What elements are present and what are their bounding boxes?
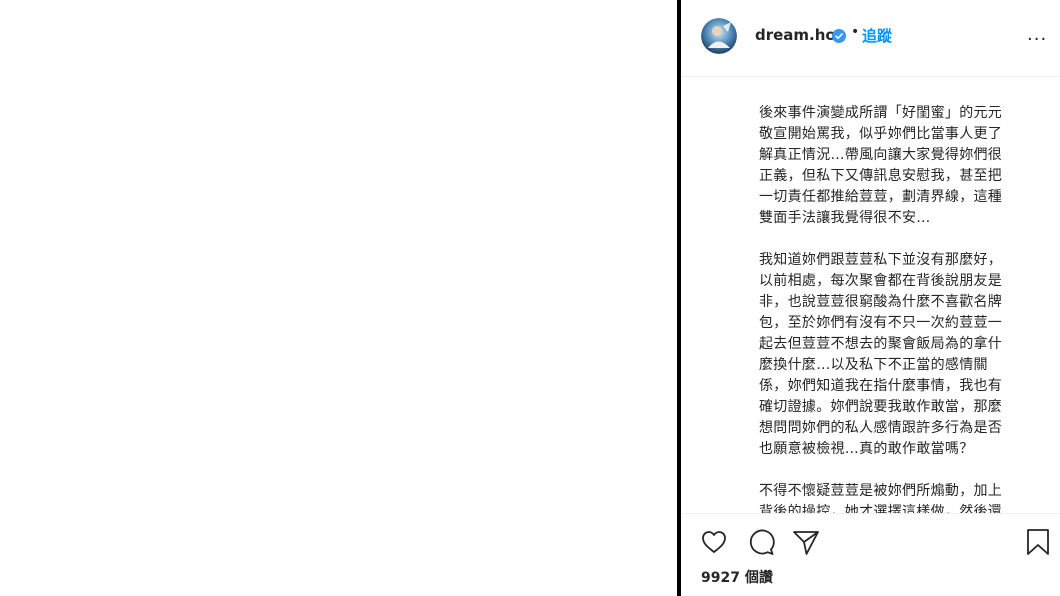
follow-button[interactable]: 追蹤 xyxy=(862,25,892,46)
caption-line: 確切證據。妳們說要我敢作敢當，那麼 xyxy=(759,399,1003,415)
caption-text: 隔了兩天，事情上了新聞。後來事件演變成所謂「好閨蜜」的元元敬宣開始罵我，似乎妳們… xyxy=(759,77,1035,513)
caption-paragraph: 不得不懷疑荳荳是被妳們所煽動，加上背後的操控，她才選擇這樣做，然後還 xyxy=(759,481,1035,513)
heart-icon[interactable] xyxy=(699,527,729,557)
caption-line: 麼換什麼…以及私下不正當的感情關 xyxy=(759,357,988,373)
separator-dot: • xyxy=(851,24,860,40)
caption-line: 以前相處，每次聚會都在背後說朋友是 xyxy=(759,273,1003,289)
caption-line: 我知道妳們跟荳荳私下並沒有那麼好， xyxy=(759,252,1003,268)
caption-paragraph: 後來事件演變成所謂「好閨蜜」的元元 敬宣開始罵我，似乎妳們比當事人更了 解真正情況…… xyxy=(759,103,1035,229)
caption-line: 包，至於妳們有沒有不只一次約荳荳一 xyxy=(759,315,1003,331)
caption-scroll-area[interactable]: 隔了兩天，事情上了新聞。後來事件演變成所謂「好閨蜜」的元元敬宣開始罵我，似乎妳們… xyxy=(681,77,1060,513)
post-sidebar: dream.ho • 追蹤 ... 隔了兩天，事情上了新聞。後來事件演變成所謂「… xyxy=(681,0,1060,596)
caption-line: 隔了兩天，事情上了新聞。 xyxy=(759,77,1035,82)
likes-count[interactable]: 9927 個讚 xyxy=(701,567,773,587)
caption-line: 背後的操控，她才選擇這樣做，然後還 xyxy=(759,504,1003,513)
caption-line: 起去但荳荳不想去的聚會飯局為的拿什 xyxy=(759,336,1003,352)
comment-icon[interactable] xyxy=(746,527,776,557)
post-header: dream.ho • 追蹤 ... xyxy=(681,0,1060,76)
caption-line: 非，也說荳荳很窮酸為什麼不喜歡名牌 xyxy=(759,294,1003,310)
caption-line: 一切責任都推給荳荳，劃清界線，這種 xyxy=(759,189,1003,205)
caption-line: 係，妳們知道我在指什麼事情，我也有 xyxy=(759,378,1003,394)
caption-line: 不得不懷疑荳荳是被妳們所煽動，加上 xyxy=(759,483,1003,499)
caption-line: 解真正情況…帶風向讓大家覺得妳們很 xyxy=(759,147,1003,163)
caption-divider xyxy=(681,513,1060,514)
bookmark-icon[interactable] xyxy=(1023,527,1053,557)
caption-line: 後來事件演變成所謂「好閨蜜」的元元 xyxy=(759,105,1003,121)
verified-badge-icon xyxy=(832,28,846,43)
caption-line: 也願意被檢視…真的敢作敢當嗎？ xyxy=(759,441,974,457)
caption-paragraph: 我知道妳們跟荳荳私下並沒有那麼好， 以前相處，每次聚會都在背後說朋友是 非，也說荳荳… xyxy=(759,250,1035,460)
media-area xyxy=(0,0,677,596)
avatar[interactable] xyxy=(701,18,737,54)
username-link[interactable]: dream.ho xyxy=(755,26,836,44)
caption-line: 正義，但私下又傳訊息安慰我，甚至把 xyxy=(759,168,1003,184)
caption-line: 雙面手法讓我覺得很不安… xyxy=(759,210,931,226)
more-options-icon[interactable]: ... xyxy=(1027,24,1047,45)
caption-line: 想問問妳們的私人感情跟許多行為是否 xyxy=(759,420,1003,436)
paper-plane-icon[interactable] xyxy=(791,527,821,557)
caption-line: 敬宣開始罵我，似乎妳們比當事人更了 xyxy=(759,126,1003,142)
caption-paragraph: 隔了兩天，事情上了新聞。 xyxy=(759,77,1035,82)
